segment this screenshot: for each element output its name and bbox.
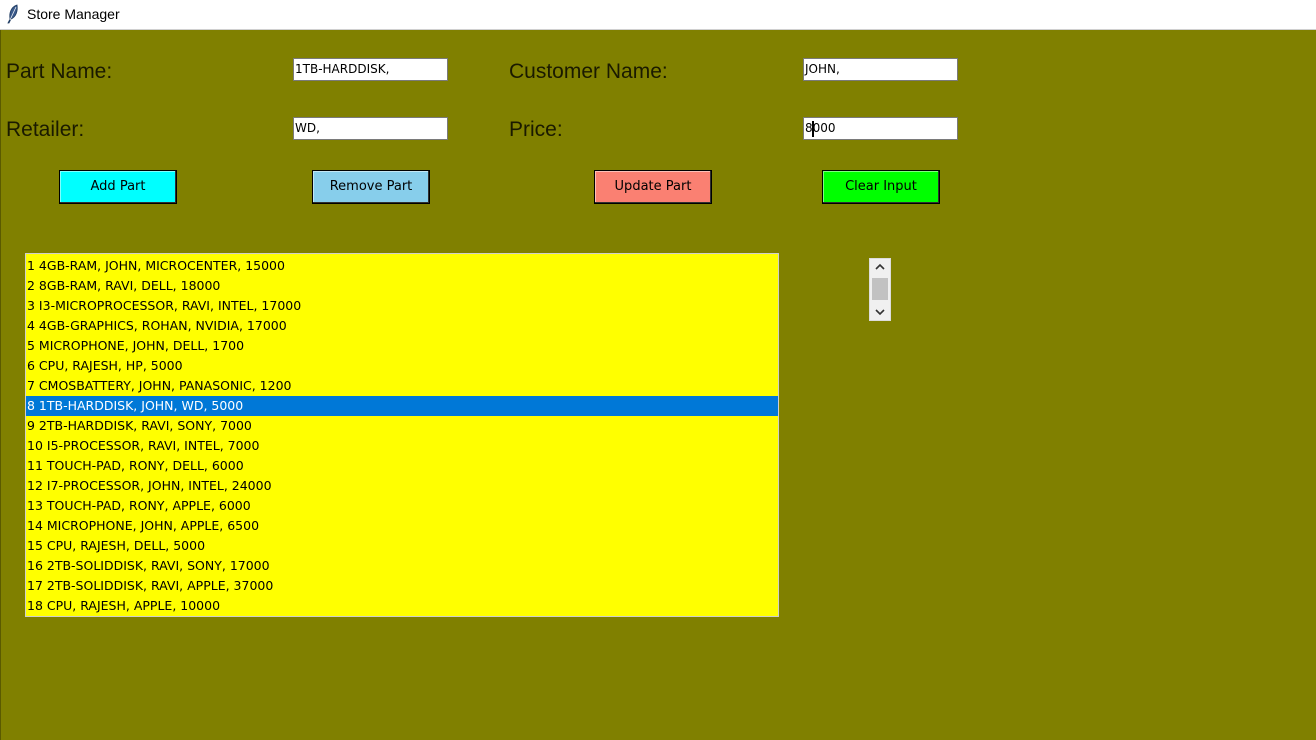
list-item[interactable]: 14 MICROPHONE, JOHN, APPLE, 6500: [26, 516, 778, 536]
price-input[interactable]: 8000: [803, 117, 958, 140]
list-item[interactable]: 15 CPU, RAJESH, DELL, 5000: [26, 536, 778, 556]
chevron-up-icon[interactable]: [870, 259, 890, 275]
list-item[interactable]: 18 CPU, RAJESH, APPLE, 10000: [26, 596, 778, 616]
list-item[interactable]: 11 TOUCH-PAD, RONY, DELL, 6000: [26, 456, 778, 476]
update-part-button[interactable]: Update Part: [594, 170, 712, 204]
list-item[interactable]: 17 2TB-SOLIDDISK, RAVI, APPLE, 37000: [26, 576, 778, 596]
list-item[interactable]: 5 MICROPHONE, JOHN, DELL, 1700: [26, 336, 778, 356]
list-item[interactable]: 6 CPU, RAJESH, HP, 5000: [26, 356, 778, 376]
price-value-end: 000: [812, 121, 836, 135]
retailer-label: Retailer:: [6, 118, 85, 141]
retailer-input[interactable]: WD,: [293, 117, 448, 140]
price-label: Price:: [509, 118, 563, 141]
feather-icon: [6, 4, 20, 24]
title-bar: Store Manager: [0, 0, 1316, 30]
retailer-value: WD,: [295, 121, 320, 135]
list-item[interactable]: 12 I7-PROCESSOR, JOHN, INTEL, 24000: [26, 476, 778, 496]
customer-name-value: JOHN,: [805, 62, 840, 76]
list-item[interactable]: 4 4GB-GRAPHICS, ROHAN, NVIDIA, 17000: [26, 316, 778, 336]
clear-input-button[interactable]: Clear Input: [822, 170, 940, 204]
list-item-selected[interactable]: 8 1TB-HARDDISK, JOHN, WD, 5000: [26, 396, 778, 416]
part-name-label: Part Name:: [6, 60, 113, 83]
list-item[interactable]: 9 2TB-HARDDISK, RAVI, SONY, 7000: [26, 416, 778, 436]
chevron-down-icon[interactable]: [870, 304, 890, 320]
scrollbar-thumb[interactable]: [872, 278, 888, 300]
list-item[interactable]: 10 I5-PROCESSOR, RAVI, INTEL, 7000: [26, 436, 778, 456]
remove-part-button[interactable]: Remove Part: [312, 170, 430, 204]
part-name-input[interactable]: 1TB-HARDDISK,: [293, 58, 448, 81]
main-panel: Part Name: 1TB-HARDDISK, Customer Name: …: [0, 30, 1316, 740]
add-part-button[interactable]: Add Part: [59, 170, 177, 204]
list-item[interactable]: 13 TOUCH-PAD, RONY, APPLE, 6000: [26, 496, 778, 516]
window-title: Store Manager: [27, 6, 120, 22]
list-item[interactable]: 1 4GB-RAM, JOHN, MICROCENTER, 15000: [26, 256, 778, 276]
customer-name-label: Customer Name:: [509, 60, 668, 83]
part-name-value: 1TB-HARDDISK,: [295, 62, 390, 76]
store-manager-window: Store Manager Part Name: 1TB-HARDDISK, C…: [0, 0, 1316, 740]
list-item[interactable]: 2 8GB-RAM, RAVI, DELL, 18000: [26, 276, 778, 296]
customer-name-input[interactable]: JOHN,: [803, 58, 958, 81]
list-item[interactable]: 16 2TB-SOLIDDISK, RAVI, SONY, 17000: [26, 556, 778, 576]
list-item[interactable]: 3 I3-MICROPROCESSOR, RAVI, INTEL, 17000: [26, 296, 778, 316]
list-item[interactable]: 7 CMOSBATTERY, JOHN, PANASONIC, 1200: [26, 376, 778, 396]
parts-listbox[interactable]: 1 4GB-RAM, JOHN, MICROCENTER, 15000 2 8GB…: [25, 253, 779, 617]
listbox-scrollbar[interactable]: [869, 258, 891, 321]
